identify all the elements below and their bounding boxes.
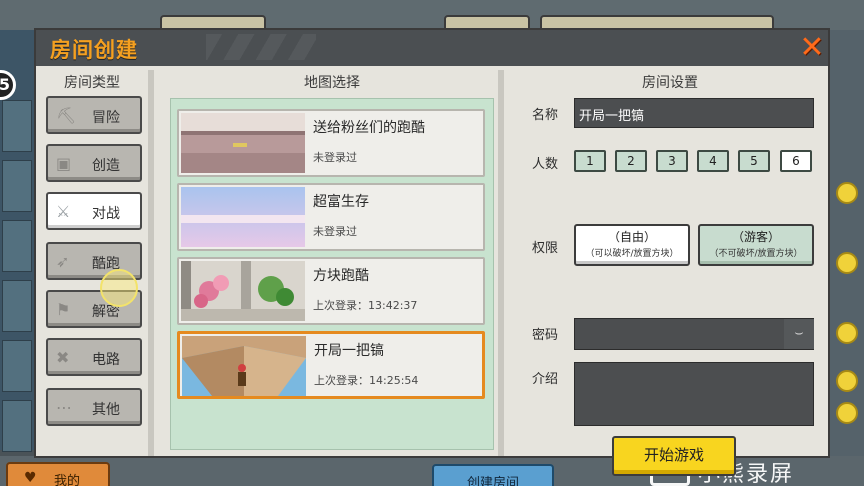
type-label: 对战: [92, 206, 120, 222]
dialog-title: 房间创建: [50, 38, 138, 62]
map-name: 开局一把镐: [314, 343, 384, 359]
map-item-selected[interactable]: 开局一把镐 上次登录：14:25:54: [177, 331, 485, 399]
running-shoe-icon: ➶: [56, 252, 70, 271]
start-game-button[interactable]: 开始游戏: [612, 436, 736, 476]
player-count-button[interactable]: 2: [615, 150, 647, 172]
player-count-button[interactable]: 3: [656, 150, 688, 172]
background-right-rail: [830, 30, 864, 460]
intro-input[interactable]: [574, 362, 814, 426]
header-decoration: [206, 34, 316, 60]
player-count-button-selected[interactable]: 6: [780, 150, 812, 172]
type-button-circuit[interactable]: ✖ 电路: [46, 338, 142, 376]
name-label: 名称: [532, 108, 559, 123]
coin-icon: [836, 370, 858, 392]
coin-icon: [836, 252, 858, 274]
map-thumbnail: [181, 113, 305, 173]
crossed-swords-icon: ⚔: [56, 202, 71, 221]
password-input[interactable]: [574, 318, 814, 350]
map-select-title: 地图选择: [304, 75, 360, 91]
player-count-button[interactable]: 5: [738, 150, 770, 172]
type-label: 其他: [92, 402, 120, 418]
intro-label: 介绍: [532, 372, 559, 387]
room-create-dialog: 房间创建 ✕ 房间类型 ⛏ 冒险 ▣ 创造 ⚔ 对战 ➶ 酷跑 ⚑ 解密 ✖ 电…: [34, 28, 830, 476]
permission-label: 权限: [532, 241, 559, 256]
permission-description: （可以破坏/放置方块）: [585, 249, 679, 259]
favorites-button[interactable]: ♥ 我的: [6, 462, 110, 486]
permission-guest-button[interactable]: （游客） （不可破坏/放置方块）: [698, 224, 814, 266]
room-type-title: 房间类型: [64, 75, 120, 91]
background-top-bar: [0, 0, 864, 37]
map-item[interactable]: 超富生存 未登录过: [177, 183, 485, 251]
player-count-button[interactable]: 1: [574, 150, 606, 172]
map-thumbnail: [181, 187, 305, 247]
map-last-login: 未登录过: [313, 151, 357, 164]
map-thumbnail: [182, 336, 306, 396]
touch-cursor-indicator: [100, 269, 138, 307]
background-slot: [2, 160, 32, 212]
map-name: 送给粉丝们的跑酷: [313, 120, 425, 136]
player-count-button[interactable]: 4: [697, 150, 729, 172]
map-thumbnail: [181, 261, 305, 321]
eye-closed-icon[interactable]: ⌣: [784, 319, 814, 349]
block-icon: ▣: [56, 154, 72, 173]
favorites-label: 我的: [54, 474, 81, 486]
password-label: 密码: [532, 328, 559, 343]
wrench-icon: ✖: [56, 348, 70, 367]
pickaxe-icon: ⛏: [56, 106, 77, 125]
dialog-header: 房间创建 ✕: [36, 30, 828, 66]
map-name: 方块跑酷: [313, 268, 369, 284]
type-button-create[interactable]: ▣ 创造: [46, 144, 142, 182]
room-settings-panel: 房间设置 名称 开局一把镐 人数 1 2 3 4 5 6 权限 （自由） （可以…: [510, 70, 830, 476]
background-slot: [2, 340, 32, 392]
map-last-login: 未登录过: [313, 225, 357, 238]
background-slot: [2, 100, 32, 152]
create-room-button[interactable]: 创建房间: [432, 464, 554, 486]
type-button-adventure[interactable]: ⛏ 冒险: [46, 96, 142, 134]
background-slot: [2, 280, 32, 332]
permission-description: （不可破坏/放置方块）: [709, 249, 803, 259]
background-slot: [2, 400, 32, 452]
flag-icon: ⚑: [56, 300, 71, 319]
map-item[interactable]: 方块跑酷 上次登录：13:42:37: [177, 257, 485, 325]
coin-icon: [836, 182, 858, 204]
map-last-login: 上次登录：13:42:37: [313, 299, 418, 312]
map-name: 超富生存: [313, 194, 369, 210]
type-button-other[interactable]: ⋯ 其他: [46, 388, 142, 426]
type-label: 创造: [92, 158, 120, 174]
background-slot: [2, 220, 32, 272]
divider: [498, 70, 504, 456]
dots-icon: ⋯: [56, 398, 72, 417]
room-name-input[interactable]: 开局一把镐: [574, 98, 814, 128]
type-label: 冒险: [92, 110, 120, 126]
permission-free-button[interactable]: （自由） （可以破坏/放置方块）: [574, 224, 690, 266]
room-settings-title: 房间设置: [642, 75, 698, 91]
close-button[interactable]: ✕: [796, 32, 828, 64]
room-type-panel: 房间类型 ⛏ 冒险 ▣ 创造 ⚔ 对战 ➶ 酷跑 ⚑ 解密 ✖ 电路 ⋯ 其他: [40, 70, 150, 456]
map-list: 送给粉丝们的跑酷 未登录过 超富生存 未登录过 方块跑酷 上次登录：13:42:…: [170, 98, 494, 450]
type-button-battle[interactable]: ⚔ 对战: [46, 192, 142, 230]
coin-icon: [836, 402, 858, 424]
map-last-login: 上次登录：14:25:54: [314, 374, 419, 387]
type-label: 电路: [92, 352, 120, 368]
permission-title: （自由）: [607, 230, 656, 244]
map-item[interactable]: 送给粉丝们的跑酷 未登录过: [177, 109, 485, 177]
permission-title: （游客）: [731, 230, 780, 244]
players-label: 人数: [532, 157, 559, 172]
divider: [148, 70, 154, 456]
heart-icon: ♥: [24, 470, 37, 486]
coin-icon: [836, 322, 858, 344]
